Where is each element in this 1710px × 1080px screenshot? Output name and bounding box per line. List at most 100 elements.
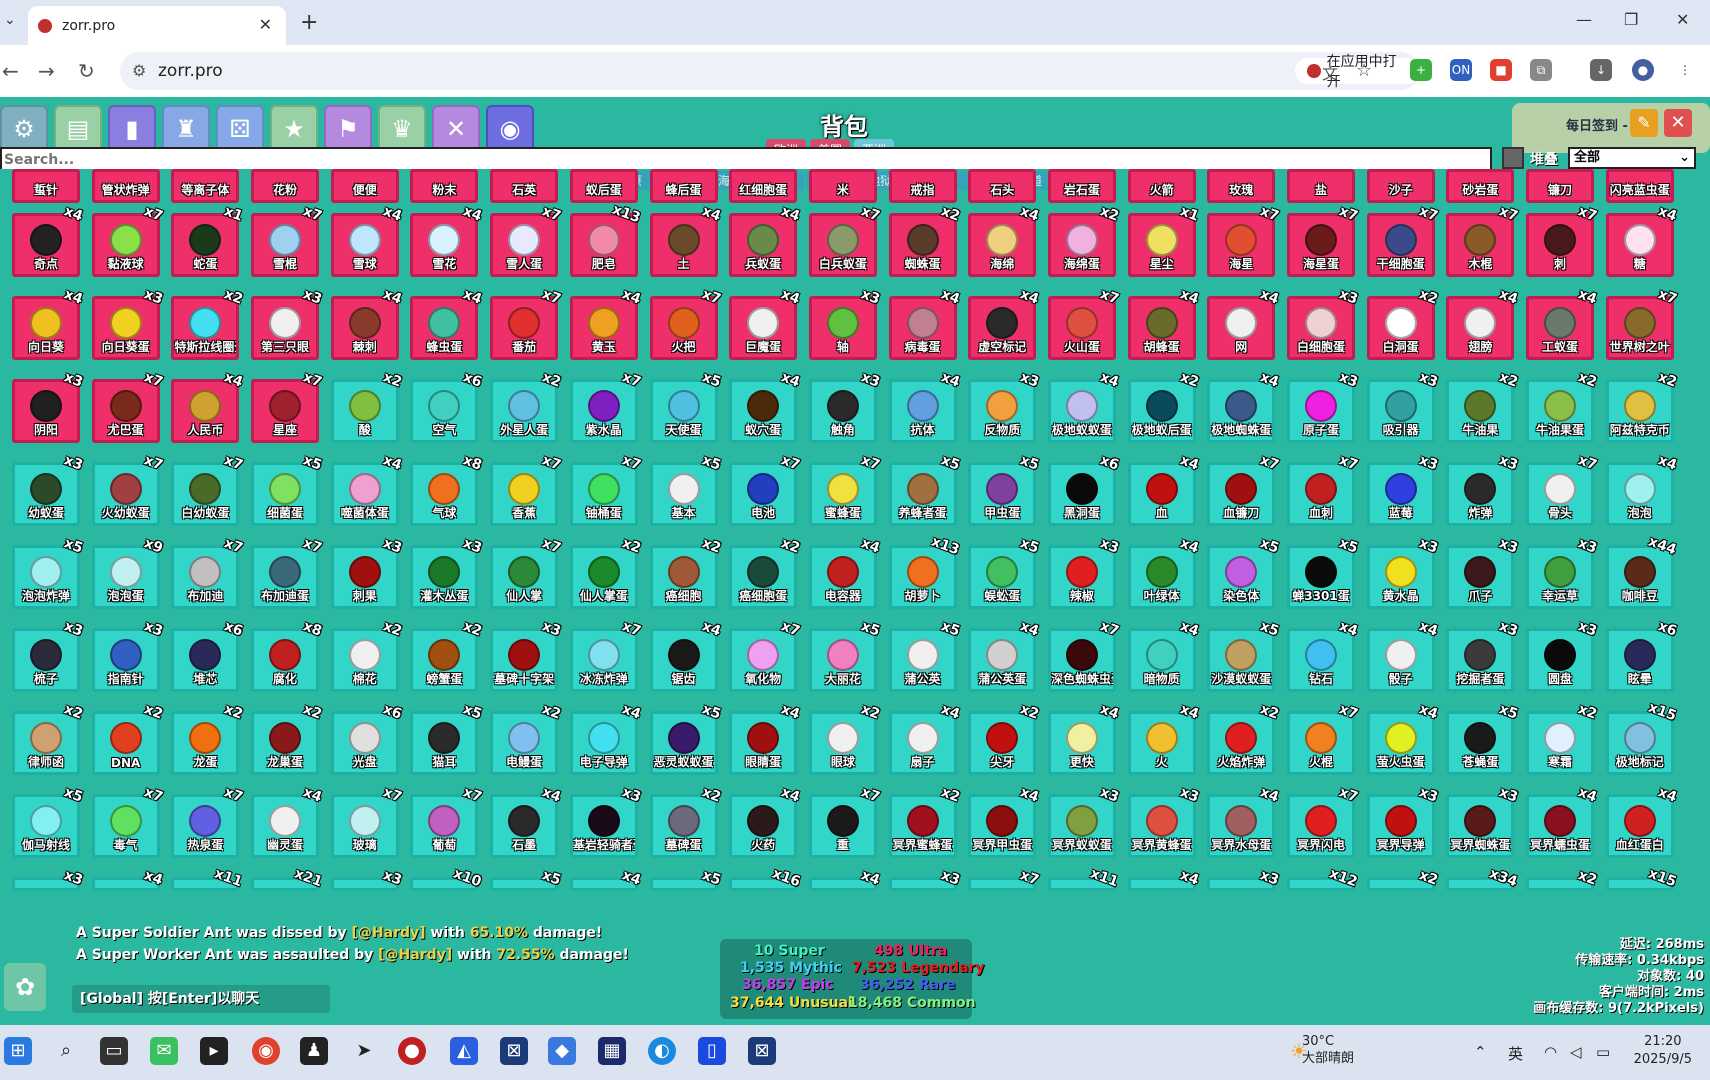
inventory-item[interactable]: 兵蚁蛋 x4 <box>729 203 802 277</box>
inventory-item[interactable]: x21 <box>251 866 324 891</box>
inventory-item[interactable]: 白兵蚁蛋 x7 <box>808 203 882 277</box>
close-inventory-icon[interactable]: ✕ <box>1664 109 1692 137</box>
inventory-item[interactable]: 番茄 x7 <box>490 286 563 360</box>
inventory-item[interactable]: 电子导弹 x4 <box>569 701 643 775</box>
terminal-icon[interactable]: ▸ <box>200 1037 228 1065</box>
security-icon[interactable]: ▯ <box>698 1037 726 1065</box>
inventory-item[interactable]: 布加迪 x7 <box>171 535 245 609</box>
tools-icon[interactable]: ✕ <box>432 105 480 153</box>
trophy-icon[interactable]: ♜ <box>162 105 210 153</box>
inventory-item[interactable]: 玫瑰 <box>1207 169 1276 203</box>
inventory-item[interactable]: 冥界蜜蜂蛋 x2 <box>888 784 962 858</box>
inventory-item[interactable]: 火幼蚁蛋 x7 <box>91 452 165 526</box>
inventory-item[interactable]: 岩石蛋 <box>1047 169 1116 203</box>
inventory-item[interactable]: 蚁后蛋 <box>569 169 638 203</box>
inventory-item[interactable]: 癌细胞 x2 <box>649 535 723 609</box>
translate-icon[interactable]: 文 <box>1322 60 1338 84</box>
game-canvas[interactable]: ⚙ ▤ ▮ ♜ ⚄ ★ ⚑ ♛ ✕ ◉ 背包 欧洲 美国 亚洲 每日签到 - 1… <box>0 97 1710 1025</box>
inventory-item[interactable]: 龙巢蛋 x2 <box>251 701 324 775</box>
inventory-item[interactable]: 触角 x3 <box>808 369 882 443</box>
inventory-item[interactable]: 极地蜘蛛蛋 x4 <box>1207 369 1280 443</box>
inventory-item[interactable]: 铀桶蛋 x7 <box>569 452 643 526</box>
inventory-item[interactable]: 眩晕 x6 <box>1605 618 1679 692</box>
inventory-item[interactable]: 辣椒 x3 <box>1047 535 1121 609</box>
site-settings-icon[interactable]: ⚙ <box>132 61 146 80</box>
inventory-item[interactable]: 噬菌体蛋 x4 <box>330 452 404 526</box>
inventory-item[interactable]: x3 <box>1207 867 1280 891</box>
inventory-item[interactable]: 蒲公英蛋 x4 <box>968 618 1041 692</box>
app-icon[interactable]: ⊠ <box>500 1037 528 1065</box>
inventory-item[interactable]: 叶绿体 x4 <box>1127 535 1201 609</box>
inventory-item[interactable]: x4 <box>808 867 882 891</box>
inventory-item[interactable]: 龙蛋 x2 <box>171 701 245 775</box>
edge-icon[interactable]: ◐ <box>648 1037 676 1065</box>
inventory-item[interactable]: 雪球 x4 <box>330 203 404 277</box>
inventory-item[interactable]: x11 <box>171 866 244 891</box>
inventory-item[interactable]: 蓝莓 x3 <box>1366 452 1440 526</box>
inventory-item[interactable]: 螃蟹蛋 x2 <box>410 618 484 692</box>
tray-chevron-icon[interactable]: ⌃ <box>1474 1043 1487 1061</box>
chat-input[interactable]: [Global] 按[Enter]以聊天 <box>72 985 330 1013</box>
inventory-item[interactable]: 极地蚁后蛋 x2 <box>1127 369 1201 443</box>
inventory-item[interactable]: 天使蛋 x5 <box>649 369 723 443</box>
inventory-item[interactable]: 尖牙 x2 <box>968 701 1041 775</box>
inventory-item[interactable]: 律师函 x2 <box>12 701 85 775</box>
inventory-item[interactable]: 糖 x4 <box>1605 203 1679 277</box>
inventory-item[interactable]: 黄水晶 x3 <box>1366 535 1440 609</box>
flag-icon[interactable]: ⚑ <box>324 105 372 153</box>
start-icon[interactable]: ⊞ <box>4 1037 32 1065</box>
inventory-item[interactable]: 牛油果蛋 x2 <box>1526 369 1599 443</box>
inventory-item[interactable]: 仙人掌 x7 <box>490 535 563 609</box>
inventory-item[interactable]: 冥界蜘蛛蛋 x3 <box>1446 784 1520 858</box>
inventory-item[interactable]: 深色蜘蛛虫蛋 x7 <box>1047 618 1121 692</box>
inventory-item[interactable]: 胡蜂蛋 x4 <box>1127 286 1201 360</box>
inventory-item[interactable]: 砂岩蛋 <box>1446 169 1515 203</box>
inventory-item[interactable]: 海绵蛋 x2 <box>1047 203 1121 277</box>
inventory-item[interactable]: 墓碑十字架 x3 <box>490 618 563 692</box>
inventory-item[interactable]: x15 <box>1605 866 1679 891</box>
inventory-item[interactable]: x34 <box>1446 866 1519 891</box>
inventory-item[interactable]: 咖啡豆 x44 <box>1605 534 1679 609</box>
inventory-item[interactable]: 染色体 x5 <box>1207 535 1280 609</box>
inventory-item[interactable]: 牛油果 x2 <box>1446 369 1520 443</box>
inventory-item[interactable]: 沙漠蚁蚁蛋 x5 <box>1207 618 1280 692</box>
inventory-item[interactable]: x5 <box>490 867 563 891</box>
inventory-item[interactable]: 便便 <box>330 169 399 203</box>
inventory-item[interactable]: 沙子 <box>1366 169 1435 203</box>
inventory-item[interactable]: 泡泡 x4 <box>1605 452 1679 526</box>
inventory-item[interactable]: x16 <box>729 866 802 891</box>
close-window-icon[interactable]: ✕ <box>1676 10 1689 29</box>
rarity-filter-select[interactable]: 全部 ⌄ <box>1568 147 1696 169</box>
inventory-item[interactable]: 香蕉 x7 <box>490 452 563 526</box>
inventory-item[interactable]: 指南针 x3 <box>91 618 165 692</box>
oicpp-icon[interactable]: ◆ <box>548 1037 576 1065</box>
inventory-item[interactable]: 极地蚁蚁蛋 x4 <box>1047 369 1121 443</box>
inventory-item[interactable]: 扇子 x4 <box>888 701 962 775</box>
volume-icon[interactable]: ◁ <box>1570 1043 1582 1061</box>
inventory-item[interactable]: 墓碑蛋 x2 <box>649 784 723 858</box>
inventory-item[interactable]: 海星蛋 x7 <box>1287 203 1360 277</box>
inventory-item[interactable]: 棉花 x2 <box>330 618 404 692</box>
inventory-item[interactable]: 第三只眼 x3 <box>251 286 324 360</box>
inventory-item[interactable]: 花粉 <box>251 169 320 203</box>
inventory-item[interactable]: 雪棍 x7 <box>251 203 324 277</box>
menu-dots-icon[interactable]: ⋮ <box>1674 59 1696 81</box>
inventory-item[interactable]: 戒指 <box>888 169 957 203</box>
inventory-item[interactable]: 恶灵蚁蚁蛋 x5 <box>649 701 723 775</box>
wechat-icon[interactable]: ✉ <box>150 1037 178 1065</box>
inventory-item[interactable]: 炸弹 x3 <box>1446 452 1520 526</box>
inventory-item[interactable]: 养蜂者蛋 x5 <box>888 452 962 526</box>
inventory-item[interactable]: 电池 x7 <box>729 452 802 526</box>
inventory-item[interactable]: 基岩轻骑者蛋 x3 <box>569 784 643 858</box>
inventory-item[interactable]: 电容器 x4 <box>808 535 882 609</box>
edit-icon[interactable]: ✎ <box>1630 109 1658 137</box>
inventory-item[interactable]: 寒霜 x2 <box>1526 701 1599 775</box>
inventory-item[interactable]: 血刺 x7 <box>1287 452 1360 526</box>
inventory-item[interactable]: 血 x4 <box>1127 452 1201 526</box>
profile-icon[interactable]: ● <box>1632 59 1654 81</box>
inventory-item[interactable]: 胡萝卜 x13 <box>888 534 961 609</box>
inventory-item[interactable]: 蜘蛛蛋 x2 <box>888 203 962 277</box>
inventory-item[interactable]: 反物质 x3 <box>968 369 1041 443</box>
inventory-item[interactable]: 电鳗蛋 x2 <box>490 701 563 775</box>
inventory-item[interactable]: 粉末 <box>410 169 479 203</box>
